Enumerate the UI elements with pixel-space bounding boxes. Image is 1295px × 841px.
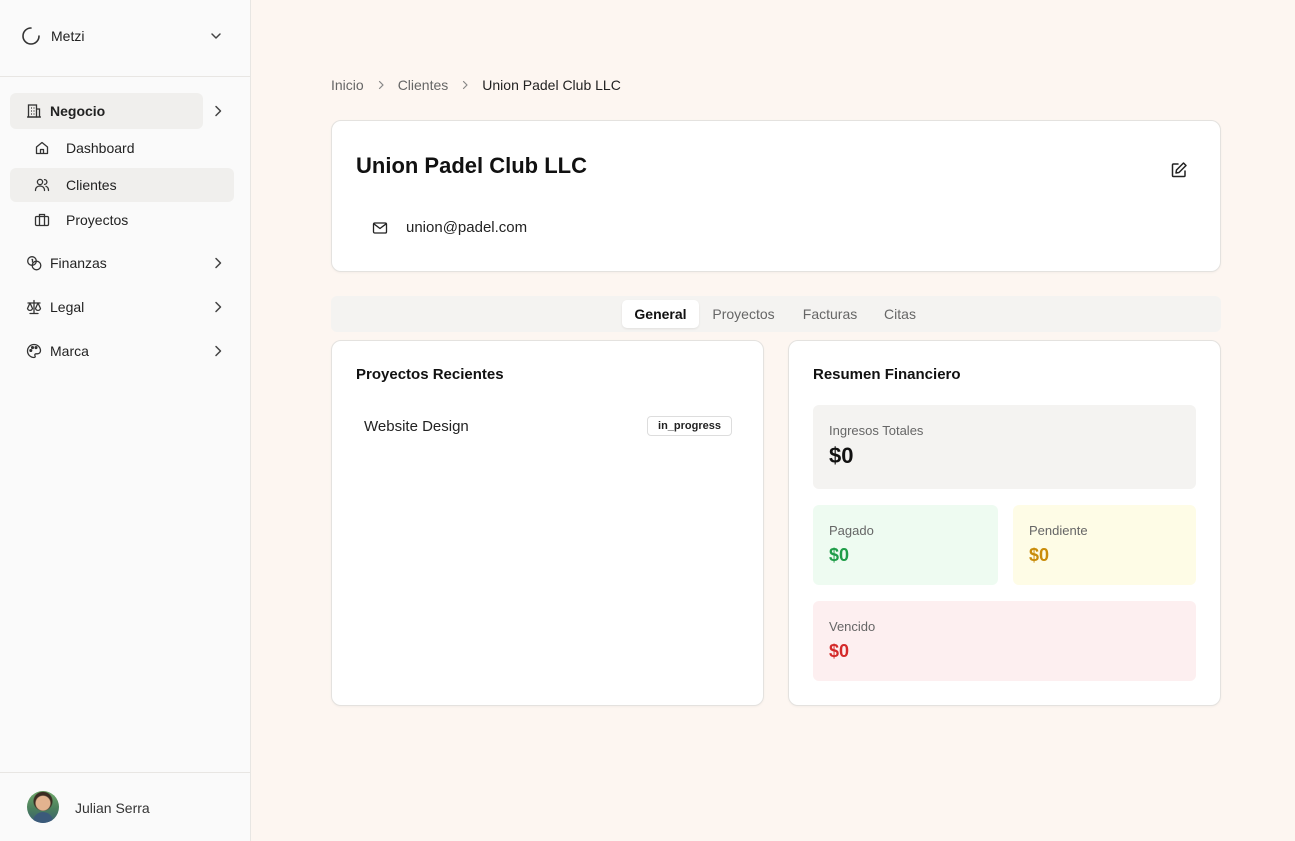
home-icon: [34, 140, 50, 156]
finance-summary-card: Resumen Financiero Ingresos Totales $0 P…: [788, 340, 1221, 706]
tab-general[interactable]: General: [622, 300, 699, 328]
building-icon: [26, 103, 42, 119]
stat-value: $0: [829, 443, 854, 468]
stat-label: Pagado: [829, 523, 874, 538]
chevron-right-icon: [460, 80, 470, 90]
chevron-right-icon[interactable]: [210, 103, 226, 119]
sidebar-item-clientes[interactable]: Clientes: [10, 168, 234, 202]
sidebar-item-label: Proyectos: [66, 212, 129, 228]
loader-circle-icon: [21, 26, 41, 46]
breadcrumb-current: Union Padel Club LLC: [482, 77, 621, 93]
sidebar-divider: [0, 76, 250, 77]
mail-icon: [372, 220, 388, 236]
sidebar-group-label: Negocio: [50, 103, 106, 119]
tab-citas[interactable]: Citas: [877, 300, 923, 328]
client-email[interactable]: union@padel.com: [406, 219, 527, 236]
user-name: Julian Serra: [75, 800, 150, 816]
sidebar: Metzi Negocio Dashboard Clientes Proyect…: [0, 0, 251, 841]
card-title: Resumen Financiero: [813, 366, 961, 383]
tabs: General Proyectos Facturas Citas: [331, 296, 1221, 332]
card-title: Proyectos Recientes: [356, 366, 504, 383]
sidebar-group-legal[interactable]: Legal: [10, 289, 203, 325]
sidebar-item-dashboard[interactable]: Dashboard: [10, 131, 234, 165]
stat-label: Pendiente: [1029, 523, 1088, 538]
coins-icon: [26, 255, 42, 271]
paid-stat: Pagado $0: [813, 505, 998, 585]
sidebar-group-label: Legal: [50, 299, 85, 315]
breadcrumb: Inicio Clientes Union Padel Club LLC: [331, 77, 621, 93]
chevron-right-icon[interactable]: [210, 255, 226, 271]
edit-client-button[interactable]: [1168, 159, 1190, 181]
sidebar-group-marca[interactable]: Marca: [10, 333, 203, 369]
user-menu[interactable]: Julian Serra: [0, 772, 250, 841]
recent-projects-card: Proyectos Recientes Website Design in_pr…: [331, 340, 764, 706]
total-income-stat: Ingresos Totales $0: [813, 405, 1196, 489]
sidebar-group-label: Finanzas: [50, 255, 107, 271]
sidebar-group-finanzas[interactable]: Finanzas: [10, 245, 203, 281]
workspace-name: Metzi: [51, 28, 85, 44]
stat-label: Vencido: [829, 619, 876, 634]
client-email-row: union@padel.com: [372, 219, 527, 236]
pending-stat: Pendiente $0: [1013, 505, 1196, 585]
breadcrumb-inicio[interactable]: Inicio: [331, 77, 364, 93]
chevron-right-icon[interactable]: [210, 299, 226, 315]
tab-facturas[interactable]: Facturas: [795, 300, 865, 328]
breadcrumb-clientes[interactable]: Clientes: [398, 77, 449, 93]
chevron-down-icon: [209, 29, 223, 43]
stat-value: $0: [829, 545, 850, 565]
overdue-stat: Vencido $0: [813, 601, 1196, 681]
sidebar-item-proyectos[interactable]: Proyectos: [10, 203, 234, 237]
sidebar-group-negocio[interactable]: Negocio: [10, 93, 203, 129]
edit-icon: [1170, 161, 1188, 179]
stat-value: $0: [829, 641, 850, 661]
stat-label: Ingresos Totales: [829, 423, 924, 438]
briefcase-icon: [34, 212, 50, 228]
avatar: [27, 791, 59, 823]
scale-icon: [26, 299, 42, 315]
chevron-right-icon: [376, 80, 386, 90]
client-header-card: Union Padel Club LLC union@padel.com: [331, 120, 1221, 272]
project-name: Website Design: [364, 417, 469, 435]
palette-icon: [26, 343, 42, 359]
workspace-switcher[interactable]: Metzi: [10, 18, 234, 54]
tab-proyectos[interactable]: Proyectos: [705, 300, 782, 328]
users-icon: [34, 177, 50, 193]
stat-value: $0: [1029, 545, 1050, 565]
page-title: Union Padel Club LLC: [356, 153, 587, 178]
sidebar-item-label: Clientes: [66, 177, 117, 193]
list-item[interactable]: Website Design in_progress: [364, 415, 732, 437]
chevron-right-icon[interactable]: [210, 343, 226, 359]
sidebar-item-label: Dashboard: [66, 140, 135, 156]
sidebar-group-label: Marca: [50, 343, 89, 359]
status-badge: in_progress: [647, 416, 732, 436]
